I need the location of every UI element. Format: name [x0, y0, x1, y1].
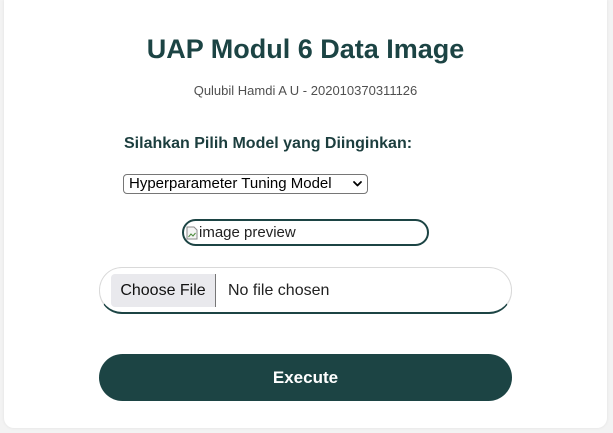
page-title: UAP Modul 6 Data Image	[146, 34, 465, 64]
main-card: UAP Modul 6 Data Image Qulubil Hamdi A U…	[4, 0, 607, 428]
image-preview: image preview	[182, 219, 429, 246]
model-select-value: Hyperparameter Tuning Model	[129, 175, 332, 192]
broken-image-icon	[186, 226, 198, 239]
choose-file-button[interactable]: Choose File	[111, 274, 216, 307]
image-preview-alt-text: image preview	[199, 224, 296, 241]
execute-button[interactable]: Execute	[99, 354, 512, 401]
chevron-down-icon	[353, 181, 362, 187]
file-input[interactable]: Choose File No file chosen	[99, 267, 512, 314]
model-select[interactable]: Hyperparameter Tuning Model	[123, 174, 368, 194]
author-subtitle: Qulubil Hamdi A U - 202010370311126	[193, 83, 418, 98]
model-select-label: Silahkan Pilih Model yang Diinginkan:	[124, 135, 413, 152]
file-status-text: No file chosen	[228, 282, 330, 299]
